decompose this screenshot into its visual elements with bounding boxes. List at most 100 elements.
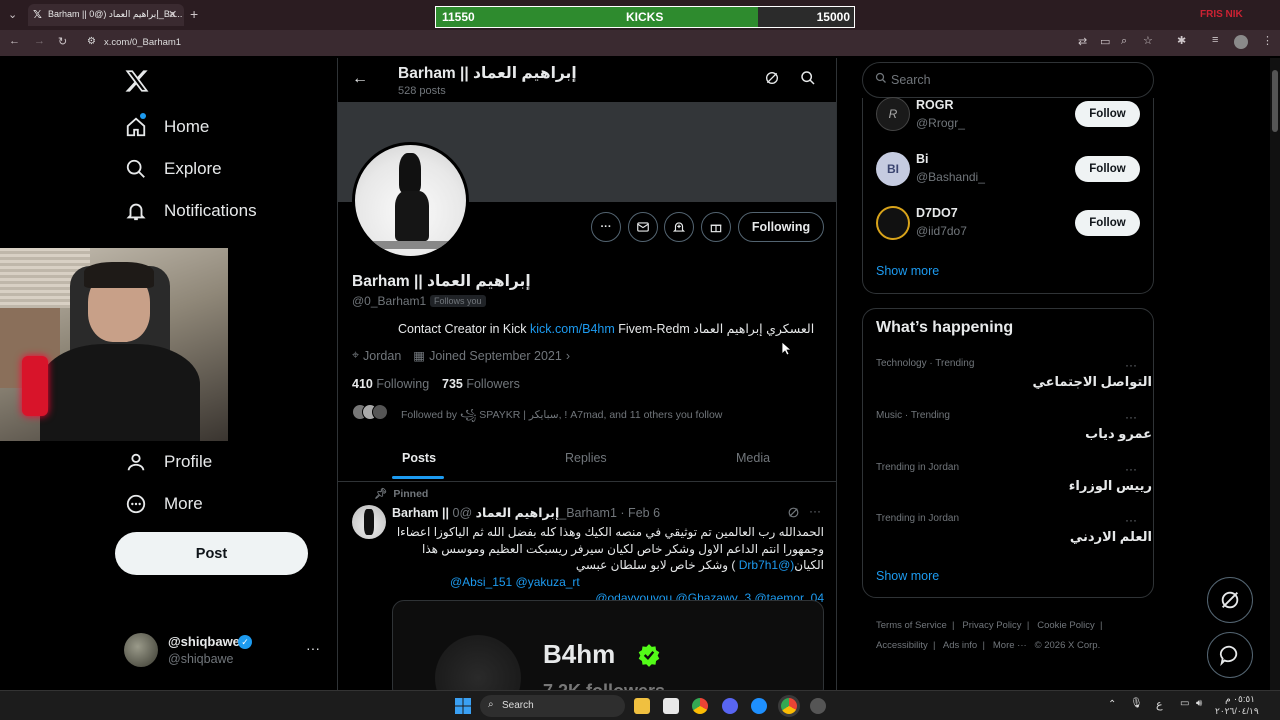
- new-tab-icon[interactable]: +: [190, 6, 198, 22]
- zoom-icon[interactable]: ⌕: [1121, 35, 1127, 48]
- nav-more[interactable]: More: [124, 487, 203, 521]
- mail-icon: [637, 222, 649, 232]
- trend-item[interactable]: رييس الوزراء: [1069, 478, 1152, 494]
- trend-item[interactable]: العلم الاردني: [1070, 529, 1152, 545]
- x-logo-icon[interactable]: [124, 68, 150, 96]
- nav-home[interactable]: Home: [124, 110, 209, 144]
- app-icon[interactable]: [751, 698, 767, 714]
- scrollbar-thumb[interactable]: [1272, 70, 1278, 132]
- post-button[interactable]: Post: [115, 532, 308, 575]
- tab-media[interactable]: Media: [736, 451, 770, 465]
- follow-button[interactable]: Follow: [1075, 101, 1140, 127]
- post-more-icon[interactable]: ···: [809, 504, 821, 518]
- tray-chevron-icon[interactable]: ⌃: [1108, 699, 1116, 710]
- app-icon[interactable]: [810, 698, 826, 714]
- following-count: 410: [352, 377, 373, 391]
- browser-menu-icon[interactable]: ⋮: [1262, 34, 1273, 47]
- footer-privacy-link[interactable]: Privacy Policy: [962, 620, 1021, 631]
- back-arrow-icon[interactable]: ←: [352, 70, 368, 88]
- mic-icon[interactable]: 🎙︎: [1130, 698, 1143, 709]
- account-more-icon[interactable]: ···: [306, 640, 320, 656]
- media-icon[interactable]: ≡: [1212, 34, 1218, 46]
- discord-icon[interactable]: [722, 698, 738, 714]
- footer-more-link[interactable]: More ···: [993, 640, 1027, 651]
- footer-cookie-link[interactable]: Cookie Policy: [1037, 620, 1095, 631]
- tab-replies[interactable]: Replies: [565, 451, 607, 465]
- followers-link[interactable]: 735 Followers: [442, 377, 520, 391]
- language-indicator[interactable]: ع: [1156, 698, 1163, 711]
- trend-item[interactable]: التواصل الاجتماعي: [1033, 374, 1152, 390]
- post-media-card[interactable]: B4hm 7.2K followers: [392, 600, 824, 692]
- chrome-icon[interactable]: [692, 698, 708, 714]
- forward-icon[interactable]: →: [34, 35, 45, 47]
- show-more-link[interactable]: Show more: [876, 264, 939, 278]
- post-date[interactable]: · Feb 6: [620, 506, 660, 520]
- trend-item[interactable]: عمرو دياب: [1085, 426, 1152, 442]
- windows-start-icon[interactable]: [455, 698, 471, 714]
- notify-button[interactable]: [664, 212, 694, 242]
- grok-icon[interactable]: [764, 70, 780, 91]
- page-scrollbar[interactable]: [1270, 58, 1280, 690]
- url-field[interactable]: ⚙ x.com/0_Barham1: [78, 33, 1078, 53]
- nav-profile[interactable]: Profile: [124, 445, 212, 479]
- post-avatar[interactable]: [352, 505, 386, 539]
- tab-posts[interactable]: Posts: [402, 451, 436, 465]
- trend-more-icon[interactable]: ···: [1125, 410, 1137, 424]
- taskbar-search[interactable]: ⌕ Search: [480, 695, 625, 717]
- suggestion-name[interactable]: D7DO7: [916, 206, 958, 220]
- file-explorer-icon[interactable]: [634, 698, 650, 714]
- suggestion-name[interactable]: Bi: [916, 152, 929, 166]
- following-link[interactable]: 410 Following: [352, 377, 429, 391]
- cast-icon[interactable]: ▭: [1100, 35, 1110, 48]
- account-switcher[interactable]: @shiqbawe ✓ @shiqbawe ···: [120, 628, 340, 674]
- trend-more-icon[interactable]: ···: [1125, 358, 1137, 372]
- close-tab-icon[interactable]: ✕: [168, 8, 177, 21]
- suggestion-avatar[interactable]: R: [876, 97, 910, 131]
- reload-icon[interactable]: ↻: [58, 35, 67, 48]
- volume-icon[interactable]: 🔊︎: [1196, 698, 1202, 709]
- follow-button[interactable]: Follow: [1075, 156, 1140, 182]
- more-options-button[interactable]: ···: [591, 212, 621, 242]
- browser-profile-avatar[interactable]: [1234, 35, 1248, 49]
- footer-ads-link[interactable]: Ads info: [943, 640, 977, 651]
- message-button[interactable]: [628, 212, 658, 242]
- rider-figure: [395, 191, 429, 241]
- mention-drb7h1[interactable]: (@Drb7h1: [739, 558, 795, 572]
- search-input[interactable]: Search: [862, 62, 1154, 98]
- post-grok-icon[interactable]: [787, 506, 800, 524]
- translate-icon[interactable]: ⇄: [1078, 35, 1087, 48]
- suggestion-avatar[interactable]: [876, 206, 910, 240]
- trend-more-icon[interactable]: ···: [1125, 462, 1137, 476]
- profile-avatar[interactable]: [352, 142, 469, 259]
- subscribe-gift-button[interactable]: [701, 212, 731, 242]
- bio-kick-link[interactable]: kick.com/B4hm: [530, 322, 615, 336]
- messages-floating-button[interactable]: [1207, 632, 1253, 678]
- post-author[interactable]: Barham || إبراهيم العماد: [392, 506, 559, 520]
- chevron-right-icon[interactable]: ›: [566, 349, 570, 363]
- grok-floating-button[interactable]: [1207, 577, 1253, 623]
- browser-tab[interactable]: 𝕏 Barham || إبراهيم العماد (@0_Ba...: [28, 4, 184, 26]
- network-icon[interactable]: ▭: [1180, 698, 1189, 709]
- extensions-icon[interactable]: ✱: [1177, 34, 1186, 47]
- follow-button[interactable]: Follow: [1075, 210, 1140, 236]
- chrome-active-icon[interactable]: [781, 698, 797, 714]
- nav-explore[interactable]: Explore: [124, 152, 222, 186]
- tab-list-icon[interactable]: ⌄: [8, 8, 17, 21]
- suggestion-name[interactable]: ROGR: [916, 98, 954, 112]
- followed-by-text[interactable]: Followed by ꧁ SPAYKR | سبايكر, ! A7mad, …: [401, 406, 722, 428]
- nav-notifications[interactable]: Notifications: [124, 194, 257, 228]
- footer-accessibility-link[interactable]: Accessibility: [876, 640, 928, 651]
- suggestion-avatar[interactable]: BI: [876, 152, 910, 186]
- show-more-trends-link[interactable]: Show more: [876, 569, 939, 583]
- followed-by-avatars[interactable]: [352, 404, 392, 420]
- trend-more-icon[interactable]: ···: [1125, 513, 1137, 527]
- site-info-icon[interactable]: ⚙: [87, 36, 96, 47]
- footer-terms-link[interactable]: Terms of Service: [876, 620, 947, 631]
- clock[interactable]: ٠٥:٥١ م ٢٠٢٦/٠٤/١٩: [1215, 693, 1259, 717]
- back-icon[interactable]: ←: [9, 35, 20, 47]
- following-button[interactable]: Following: [738, 212, 824, 242]
- store-icon[interactable]: [663, 698, 679, 714]
- search-profile-icon[interactable]: [800, 70, 816, 91]
- post-mentions-a[interactable]: @Absi_151 @yakuza_rt: [392, 574, 824, 591]
- bookmark-star-icon[interactable]: ☆: [1143, 34, 1153, 47]
